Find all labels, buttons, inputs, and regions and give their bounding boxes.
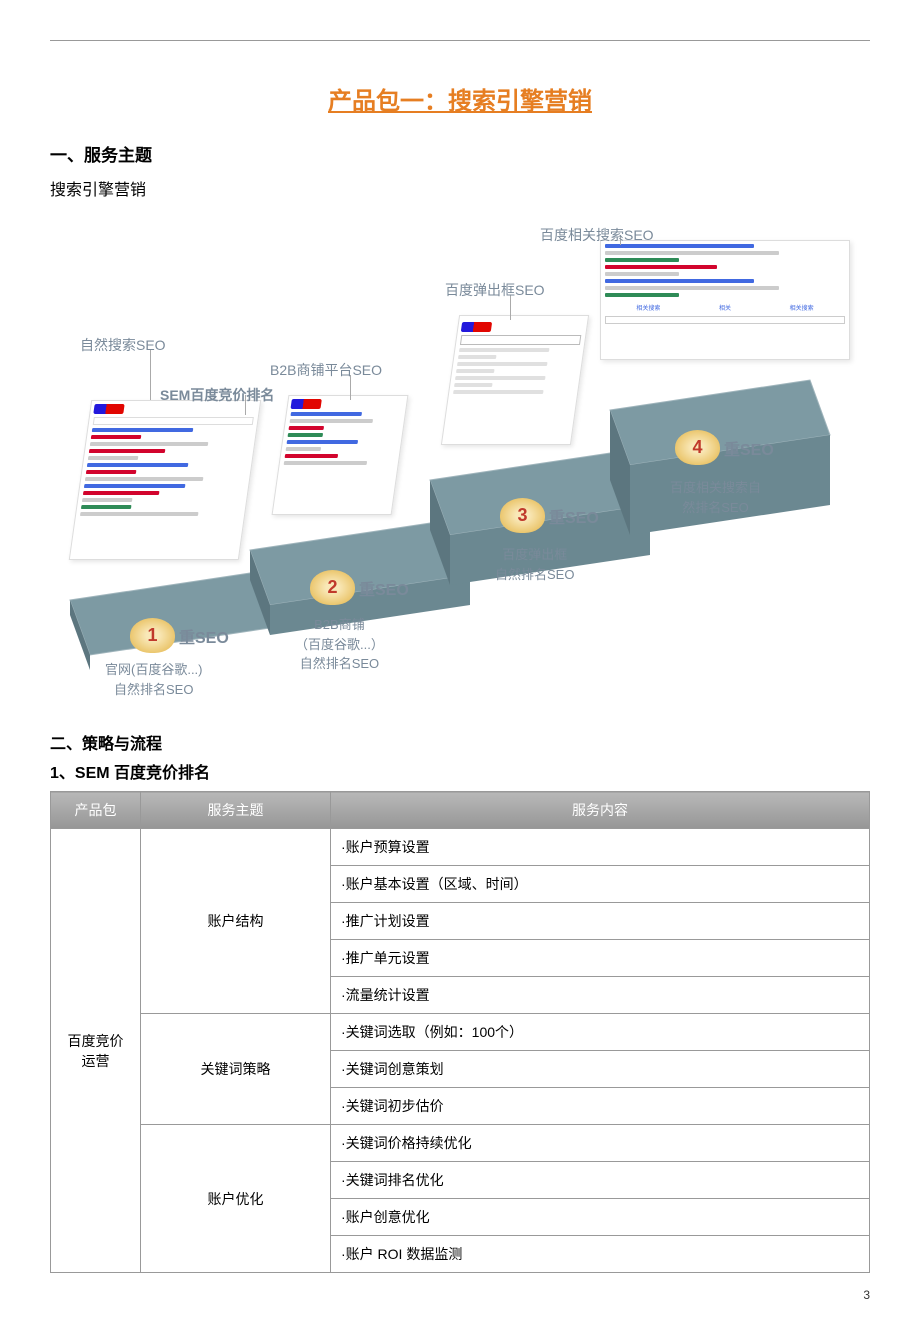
cell-content: ·推广单元设置 — [331, 940, 870, 977]
cell-content: ·关键词初步估价 — [331, 1088, 870, 1125]
cell-theme: 账户优化 — [141, 1125, 331, 1273]
section-1-text: 搜索引擎营销 — [50, 176, 870, 200]
step-1-caption: 官网(百度谷歌...) 自然排名SEO — [105, 660, 203, 699]
cloud-icon: 4 — [675, 430, 720, 465]
step-1-badge: 1 重SEO — [130, 618, 229, 653]
cell-content: ·账户创意优化 — [331, 1199, 870, 1236]
th-theme: 服务主题 — [141, 792, 331, 829]
cell-content: ·关键词创意策划 — [331, 1051, 870, 1088]
step-2-label: 重SEO — [359, 576, 409, 600]
cell-theme: 账户结构 — [141, 829, 331, 1014]
screenshot-b2b — [272, 395, 409, 515]
label-b2b: B2B商铺平台SEO — [270, 360, 382, 380]
page-title: 产品包一：搜索引擎营销 — [50, 81, 870, 116]
cell-product: 百度竞价 运营 — [51, 829, 141, 1273]
label-related: 百度相关搜索SEO — [540, 225, 654, 245]
cell-content: ·推广计划设置 — [331, 903, 870, 940]
cell-content: ·账户预算设置 — [331, 829, 870, 866]
step-2-badge: 2 重SEO — [310, 570, 409, 605]
label-sem-bidding: SEM百度竞价排名 — [160, 385, 274, 405]
sem-table: 产品包 服务主题 服务内容 百度竞价 运营账户结构·账户预算设置·账户基本设置（… — [50, 791, 870, 1273]
section-2-heading: 二、策略与流程 — [50, 730, 870, 754]
cell-content: ·账户基本设置（区域、时间） — [331, 866, 870, 903]
cell-theme: 关键词策略 — [141, 1014, 331, 1125]
step-3-badge: 3 重SEO — [500, 498, 599, 533]
table-row: 百度竞价 运营账户结构·账户预算设置 — [51, 829, 870, 866]
step-1-label: 重SEO — [179, 624, 229, 648]
table-row: 关键词策略·关键词选取（例如：100个） — [51, 1014, 870, 1051]
screenshot-related: 相关搜索 相关 相关搜索 — [600, 240, 850, 360]
table-header-row: 产品包 服务主题 服务内容 — [51, 792, 870, 829]
cell-content: ·账户 ROI 数据监测 — [331, 1236, 870, 1273]
cell-content: ·关键词选取（例如：100个） — [331, 1014, 870, 1051]
cloud-icon: 3 — [500, 498, 545, 533]
cell-content: ·流量统计设置 — [331, 977, 870, 1014]
th-content: 服务内容 — [331, 792, 870, 829]
label-natural-search: 自然搜索SEO — [80, 335, 166, 355]
cloud-icon: 2 — [310, 570, 355, 605]
step-3-caption: 百度弹出框 自然排名SEO — [495, 545, 574, 584]
section-1-heading: 一、服务主题 — [50, 141, 870, 166]
screenshot-sem — [69, 400, 261, 560]
table-row: 账户优化·关键词价格持续优化 — [51, 1125, 870, 1162]
top-divider — [50, 40, 870, 41]
cell-content: ·关键词价格持续优化 — [331, 1125, 870, 1162]
step-4-caption: 百度相关搜索自 然排名SEO — [670, 478, 761, 517]
step-3-label: 重SEO — [549, 504, 599, 528]
step-2-caption: B2B商铺 （百度谷歌...） 自然排名SEO — [295, 615, 384, 674]
screenshot-popup — [441, 315, 589, 445]
cloud-icon: 1 — [130, 618, 175, 653]
page-number: 3 — [50, 1288, 870, 1302]
cell-content: ·关键词排名优化 — [331, 1162, 870, 1199]
step-4-label: 重SEO — [724, 436, 774, 460]
label-popup: 百度弹出框SEO — [445, 280, 545, 300]
seo-steps-diagram: 相关搜索 相关 相关搜索 自然搜索SEO SEM百度竞价排名 B2B商铺平台SE… — [50, 220, 870, 700]
th-product: 产品包 — [51, 792, 141, 829]
step-4-badge: 4 重SEO — [675, 430, 774, 465]
section-2-sub1: 1、SEM 百度竞价排名 — [50, 759, 870, 783]
